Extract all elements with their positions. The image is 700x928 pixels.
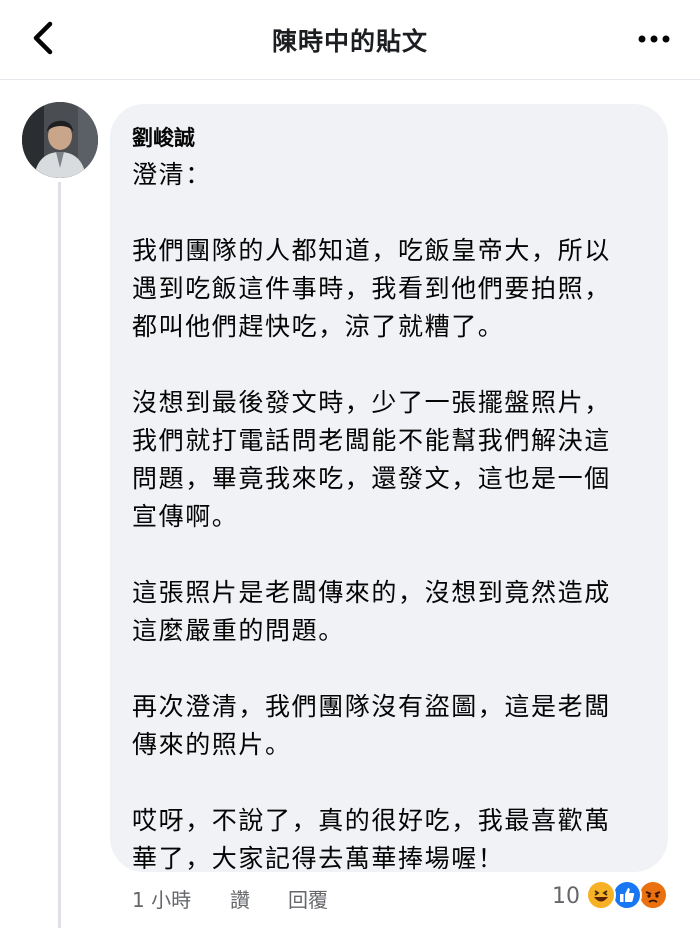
- more-horizontal-icon: [638, 35, 670, 43]
- top-bar: 陳時中的貼文: [0, 0, 700, 80]
- haha-icon[interactable]: [586, 880, 616, 910]
- comment-actions: 1 小時 讚 回覆 10: [110, 878, 700, 918]
- reply-button[interactable]: 回覆: [288, 884, 328, 913]
- reaction-count[interactable]: 10: [552, 884, 580, 909]
- comment-author[interactable]: 劉峻誠: [132, 122, 644, 152]
- like-button[interactable]: 讚: [230, 884, 250, 913]
- like-icon[interactable]: [612, 880, 642, 910]
- comment-paragraph: 沒想到最後發文時，少了一張擺盤照片， 我們就打電話問老闆能不能幫我們解決這 問題…: [132, 388, 611, 531]
- avatar-photo-icon: [22, 102, 98, 178]
- comment-paragraph: 我們團隊的人都知道，吃飯皇帝大，所以 遇到吃飯這件事時，我看到他們要拍照， 都叫…: [132, 236, 611, 341]
- thread-line: [58, 182, 61, 928]
- comment-paragraph: 哎呀，不說了，真的很好吃，我最喜歡萬 華了，大家記得去萬華捧場喔！: [132, 806, 611, 873]
- angry-face-icon: [645, 891, 661, 903]
- comment-paragraph: 再次澄清，我們團隊沒有盜圖，這是老闆 傳來的照片。: [132, 692, 611, 759]
- haha-face-icon: [594, 890, 608, 902]
- page-title: 陳時中的貼文: [271, 27, 428, 56]
- angry-icon[interactable]: [638, 880, 668, 910]
- comment-timestamp: 1 小時: [132, 888, 192, 912]
- more-options-button[interactable]: [634, 22, 674, 54]
- comment-bubble: 劉峻誠 澄清： 我們團隊的人都知道，吃飯皇帝大，所以 遇到吃飯這件事時，我看到他…: [110, 104, 668, 873]
- avatar[interactable]: [22, 102, 98, 178]
- thumbs-up-icon: [620, 888, 635, 902]
- comment-paragraph: 這張照片是老闆傳來的，沒想到竟然造成 這麼嚴重的問題。: [132, 578, 611, 645]
- comment-paragraph: 澄清：: [132, 160, 212, 189]
